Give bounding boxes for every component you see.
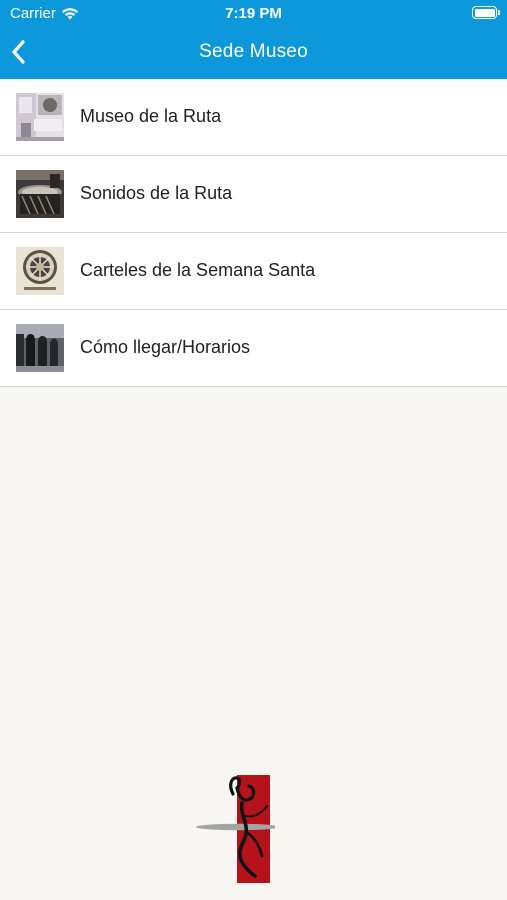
menu-item-carteles[interactable]: Carteles de la Semana Santa (0, 233, 507, 310)
battery-icon (472, 6, 500, 19)
menu-item-label: Sonidos de la Ruta (80, 183, 233, 203)
menu-item-label: Cómo llegar/Horarios (80, 337, 251, 357)
menu-item-label: Carteles de la Semana Santa (80, 260, 316, 280)
menu-item-museo[interactable]: Museo de la Ruta (0, 79, 507, 156)
status-bar: Carrier 7:19 PM (0, 0, 507, 28)
poster-photo (16, 247, 64, 295)
navigation-bar: Sede Museo (0, 28, 507, 79)
status-time: 7:19 PM (225, 5, 282, 22)
top-bar: Carrier 7:19 PM Sede Museo (0, 0, 507, 79)
menu-item-como-llegar[interactable]: Cómo llegar/Horarios (0, 310, 507, 387)
page-title: Sede Museo (199, 41, 308, 62)
menu-item-label: Museo de la Ruta (80, 106, 222, 126)
battery-level (474, 8, 495, 17)
menu-item-sonidos[interactable]: Sonidos de la Ruta (0, 156, 507, 233)
procession-photo (16, 324, 64, 372)
menu-list: Museo de la Ruta Sonidos de la Ruta Cart… (0, 79, 507, 387)
museum-photo (16, 93, 64, 141)
drummer-logo-icon (195, 772, 280, 884)
drums-photo (16, 170, 64, 218)
